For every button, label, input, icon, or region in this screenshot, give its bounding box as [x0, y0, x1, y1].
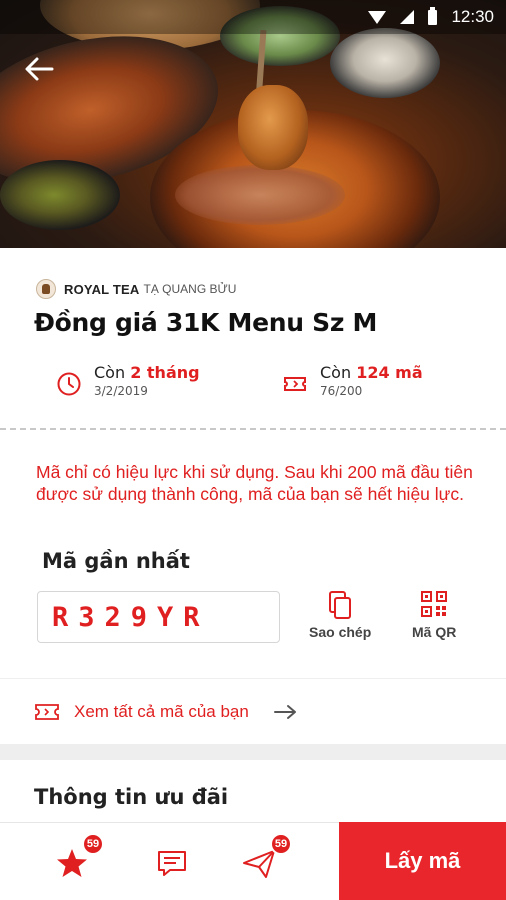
- view-all-codes-link[interactable]: Xem tất cả mã của bạn: [34, 698, 354, 726]
- time-left-date: 3/2/2019: [94, 384, 148, 398]
- offer-info-title: Thông tin ưu đãi: [34, 785, 229, 809]
- hero-image: [0, 0, 506, 248]
- qr-button[interactable]: Mã QR: [412, 590, 456, 640]
- arrow-left-icon: [25, 57, 54, 81]
- get-code-button[interactable]: Lấy mã: [339, 822, 506, 900]
- section-separator: [0, 744, 506, 760]
- stat-codes-left: Còn 124 mã 76/200: [282, 363, 423, 398]
- ticket-icon: [35, 704, 59, 720]
- code-field[interactable]: R329YR: [37, 591, 280, 643]
- battery-icon: [428, 6, 438, 25]
- store-logo: [36, 279, 56, 299]
- codes-left-count: 76/200: [320, 384, 363, 398]
- codes-left-prefix: Còn: [320, 363, 352, 382]
- messages-button[interactable]: [152, 843, 202, 887]
- arrow-right-icon: [273, 705, 296, 719]
- store-info[interactable]: ROYAL TEA TẠ QUANG BỬU: [36, 279, 236, 299]
- recent-code-title: Mã gần nhất: [42, 549, 190, 573]
- store-name: ROYAL TEA: [64, 281, 140, 297]
- copy-label: Sao chép: [309, 624, 372, 640]
- status-bar: 12:30: [0, 0, 506, 34]
- signal-icon: [400, 10, 415, 24]
- codes-left-value: 124 mã: [356, 363, 423, 382]
- clock-icon: [57, 372, 81, 396]
- share-badge: 59: [270, 833, 292, 855]
- wifi-icon: [368, 10, 387, 24]
- qr-label: Mã QR: [412, 624, 457, 640]
- chat-icon: [158, 851, 186, 876]
- ticket-icon: [284, 377, 306, 391]
- usage-notice: Mã chỉ có hiệu lực khi sử dụng. Sau khi …: [36, 462, 473, 504]
- favorite-button[interactable]: 59: [52, 833, 104, 887]
- time-left-value: 2 tháng: [130, 363, 200, 382]
- view-all-label: Xem tất cả mã của bạn: [74, 702, 249, 721]
- back-button[interactable]: [22, 52, 56, 86]
- dashed-divider: [0, 428, 506, 430]
- share-button[interactable]: 59: [240, 833, 292, 887]
- copy-icon: [329, 591, 352, 619]
- deal-title: Đồng giá 31K Menu Sz M: [34, 308, 378, 337]
- code-value: R329YR: [52, 601, 210, 633]
- stat-time-left: Còn 2 tháng 3/2/2019: [56, 363, 200, 398]
- store-branch: TẠ QUANG BỬU: [143, 282, 237, 296]
- status-time: 12:30: [451, 7, 494, 26]
- copy-button[interactable]: Sao chép: [309, 590, 371, 640]
- divider: [0, 678, 506, 679]
- qr-code-icon: [421, 591, 448, 617]
- time-left-prefix: Còn: [94, 363, 126, 382]
- favorite-badge: 59: [82, 833, 104, 855]
